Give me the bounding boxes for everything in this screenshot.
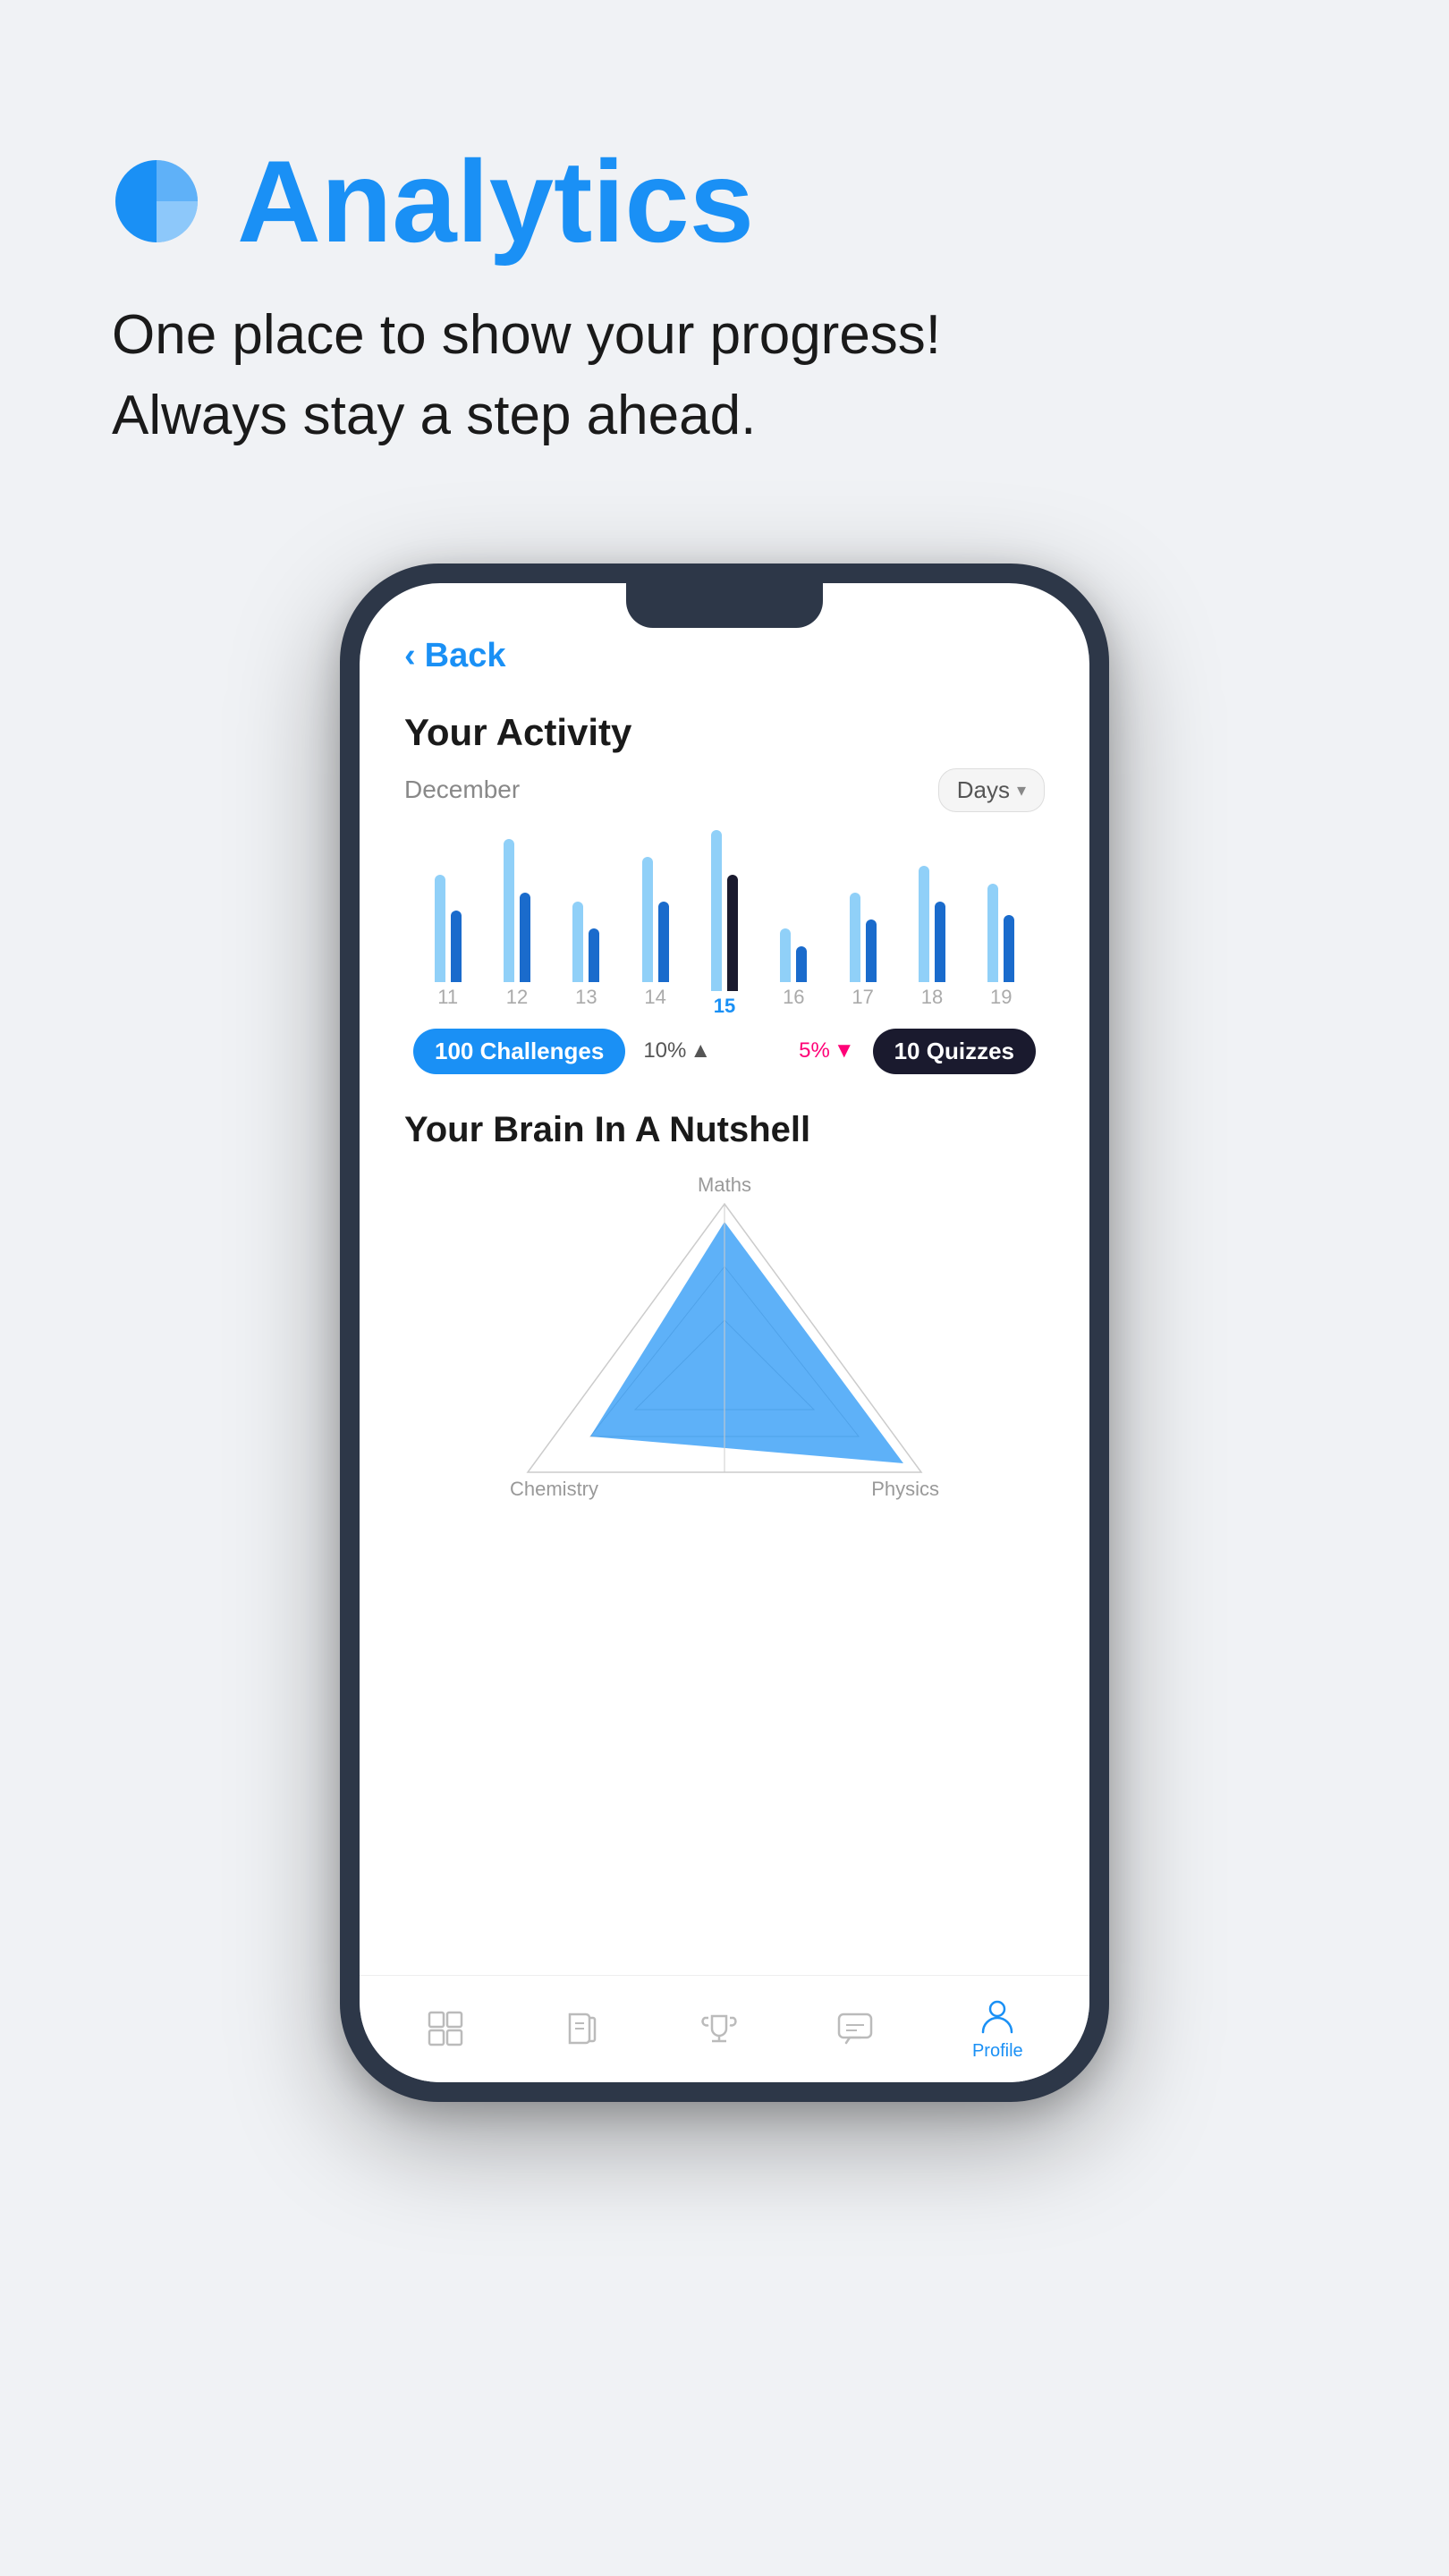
down-arrow-icon: ▼ <box>834 1038 855 1063</box>
day-label-14: 14 <box>644 986 665 1009</box>
activity-section: Your Activity December Days ▾ <box>360 693 1089 1101</box>
activity-controls: December Days ▾ <box>404 768 1045 812</box>
day-label-13: 13 <box>575 986 597 1009</box>
change-down: 5% ▼ <box>799 1038 854 1063</box>
svg-text:Physics: Physics <box>871 1478 939 1500</box>
radar-chart: Maths Chemistry Physics <box>404 1159 1045 1535</box>
bar-group-15[interactable]: 15 <box>690 830 758 1009</box>
bar-light-16 <box>780 928 791 982</box>
day-label-15: 15 <box>714 995 735 1018</box>
nav-item-book[interactable] <box>563 2009 602 2048</box>
profile-icon <box>978 1996 1017 2036</box>
bar-group-19: 19 <box>967 830 1036 1009</box>
bar-dark-12 <box>520 893 530 982</box>
bar-group-14: 14 <box>621 830 690 1009</box>
bar-group-13: 13 <box>552 830 621 1009</box>
bar-dark-14 <box>658 902 669 982</box>
phone-mockup: ‹ Back Your Activity December Days ▾ <box>340 564 1109 2102</box>
stats-row: 100 Challenges 10% ▲ 5% ▼ 10 Quizzes <box>404 1020 1045 1092</box>
nav-item-trophy[interactable] <box>699 2009 739 2048</box>
bar-group-12: 12 <box>482 830 551 1009</box>
bar-dark-16 <box>796 946 807 982</box>
day-label-19: 19 <box>990 986 1012 1009</box>
challenges-badge[interactable]: 100 Challenges <box>413 1029 625 1074</box>
header-section: Analytics One place to show your progres… <box>0 0 1449 510</box>
book-icon <box>563 2009 602 2048</box>
days-dropdown[interactable]: Days ▾ <box>938 768 1045 812</box>
grid-icon <box>426 2009 465 2048</box>
day-label-17: 17 <box>852 986 873 1009</box>
bar-light-15 <box>711 830 722 991</box>
bar-light-12 <box>504 839 514 982</box>
bar-dark-13 <box>589 928 599 982</box>
bar-chart: 11 12 <box>404 830 1045 1009</box>
day-label-12: 12 <box>506 986 528 1009</box>
phone-container: ‹ Back Your Activity December Days ▾ <box>0 510 1449 2174</box>
analytics-pie-icon <box>112 157 201 246</box>
bar-group-17: 17 <box>828 830 897 1009</box>
change-up: 10% ▲ <box>643 1038 711 1063</box>
bar-group-16: 16 <box>759 830 828 1009</box>
back-chevron-icon[interactable]: ‹ <box>404 637 416 675</box>
nav-item-grid[interactable] <box>426 2009 465 2048</box>
bar-light-18 <box>919 866 929 982</box>
radar-svg: Maths Chemistry Physics <box>492 1177 957 1517</box>
svg-text:Chemistry: Chemistry <box>510 1478 598 1500</box>
activity-title: Your Activity <box>404 711 1045 754</box>
nav-item-profile[interactable]: Profile <box>972 1996 1023 2062</box>
title-row: Analytics <box>112 143 1337 259</box>
nav-item-chat[interactable] <box>835 2009 875 2048</box>
bar-dark-18 <box>935 902 945 982</box>
bar-group-11: 11 <box>413 830 482 1009</box>
bar-group-18: 18 <box>897 830 966 1009</box>
chat-icon <box>835 2009 875 2048</box>
day-label-11: 11 <box>437 986 458 1009</box>
bar-light-19 <box>987 884 998 982</box>
bar-dark-17 <box>866 919 877 982</box>
bottom-nav: Profile <box>360 1975 1089 2082</box>
bar-dark-11 <box>451 911 462 982</box>
quizzes-badge[interactable]: 10 Quizzes <box>873 1029 1036 1074</box>
bar-light-14 <box>642 857 653 982</box>
profile-nav-label: Profile <box>972 2041 1023 2062</box>
day-label-18: 18 <box>921 986 943 1009</box>
svg-text:Maths: Maths <box>698 1177 751 1196</box>
page-title: Analytics <box>237 143 754 259</box>
brain-title: Your Brain In A Nutshell <box>404 1110 1045 1150</box>
bar-selected-15 <box>727 875 738 991</box>
back-button[interactable]: Back <box>425 637 506 675</box>
brain-section: Your Brain In A Nutshell <box>360 1101 1089 1544</box>
header-subtitle: One place to show your progress! Always … <box>112 295 1337 456</box>
bar-light-13 <box>572 902 583 982</box>
screen-content: ‹ Back Your Activity December Days ▾ <box>360 583 1089 2082</box>
bar-light-17 <box>850 893 860 982</box>
phone-screen: ‹ Back Your Activity December Days ▾ <box>360 583 1089 2082</box>
up-arrow-icon: ▲ <box>690 1038 711 1063</box>
trophy-icon <box>699 2009 739 2048</box>
month-label: December <box>404 775 520 804</box>
bar-light-11 <box>435 875 445 982</box>
day-label-16: 16 <box>783 986 804 1009</box>
dropdown-arrow-icon: ▾ <box>1017 779 1026 801</box>
phone-notch <box>626 583 823 628</box>
bar-dark-19 <box>1004 915 1014 982</box>
